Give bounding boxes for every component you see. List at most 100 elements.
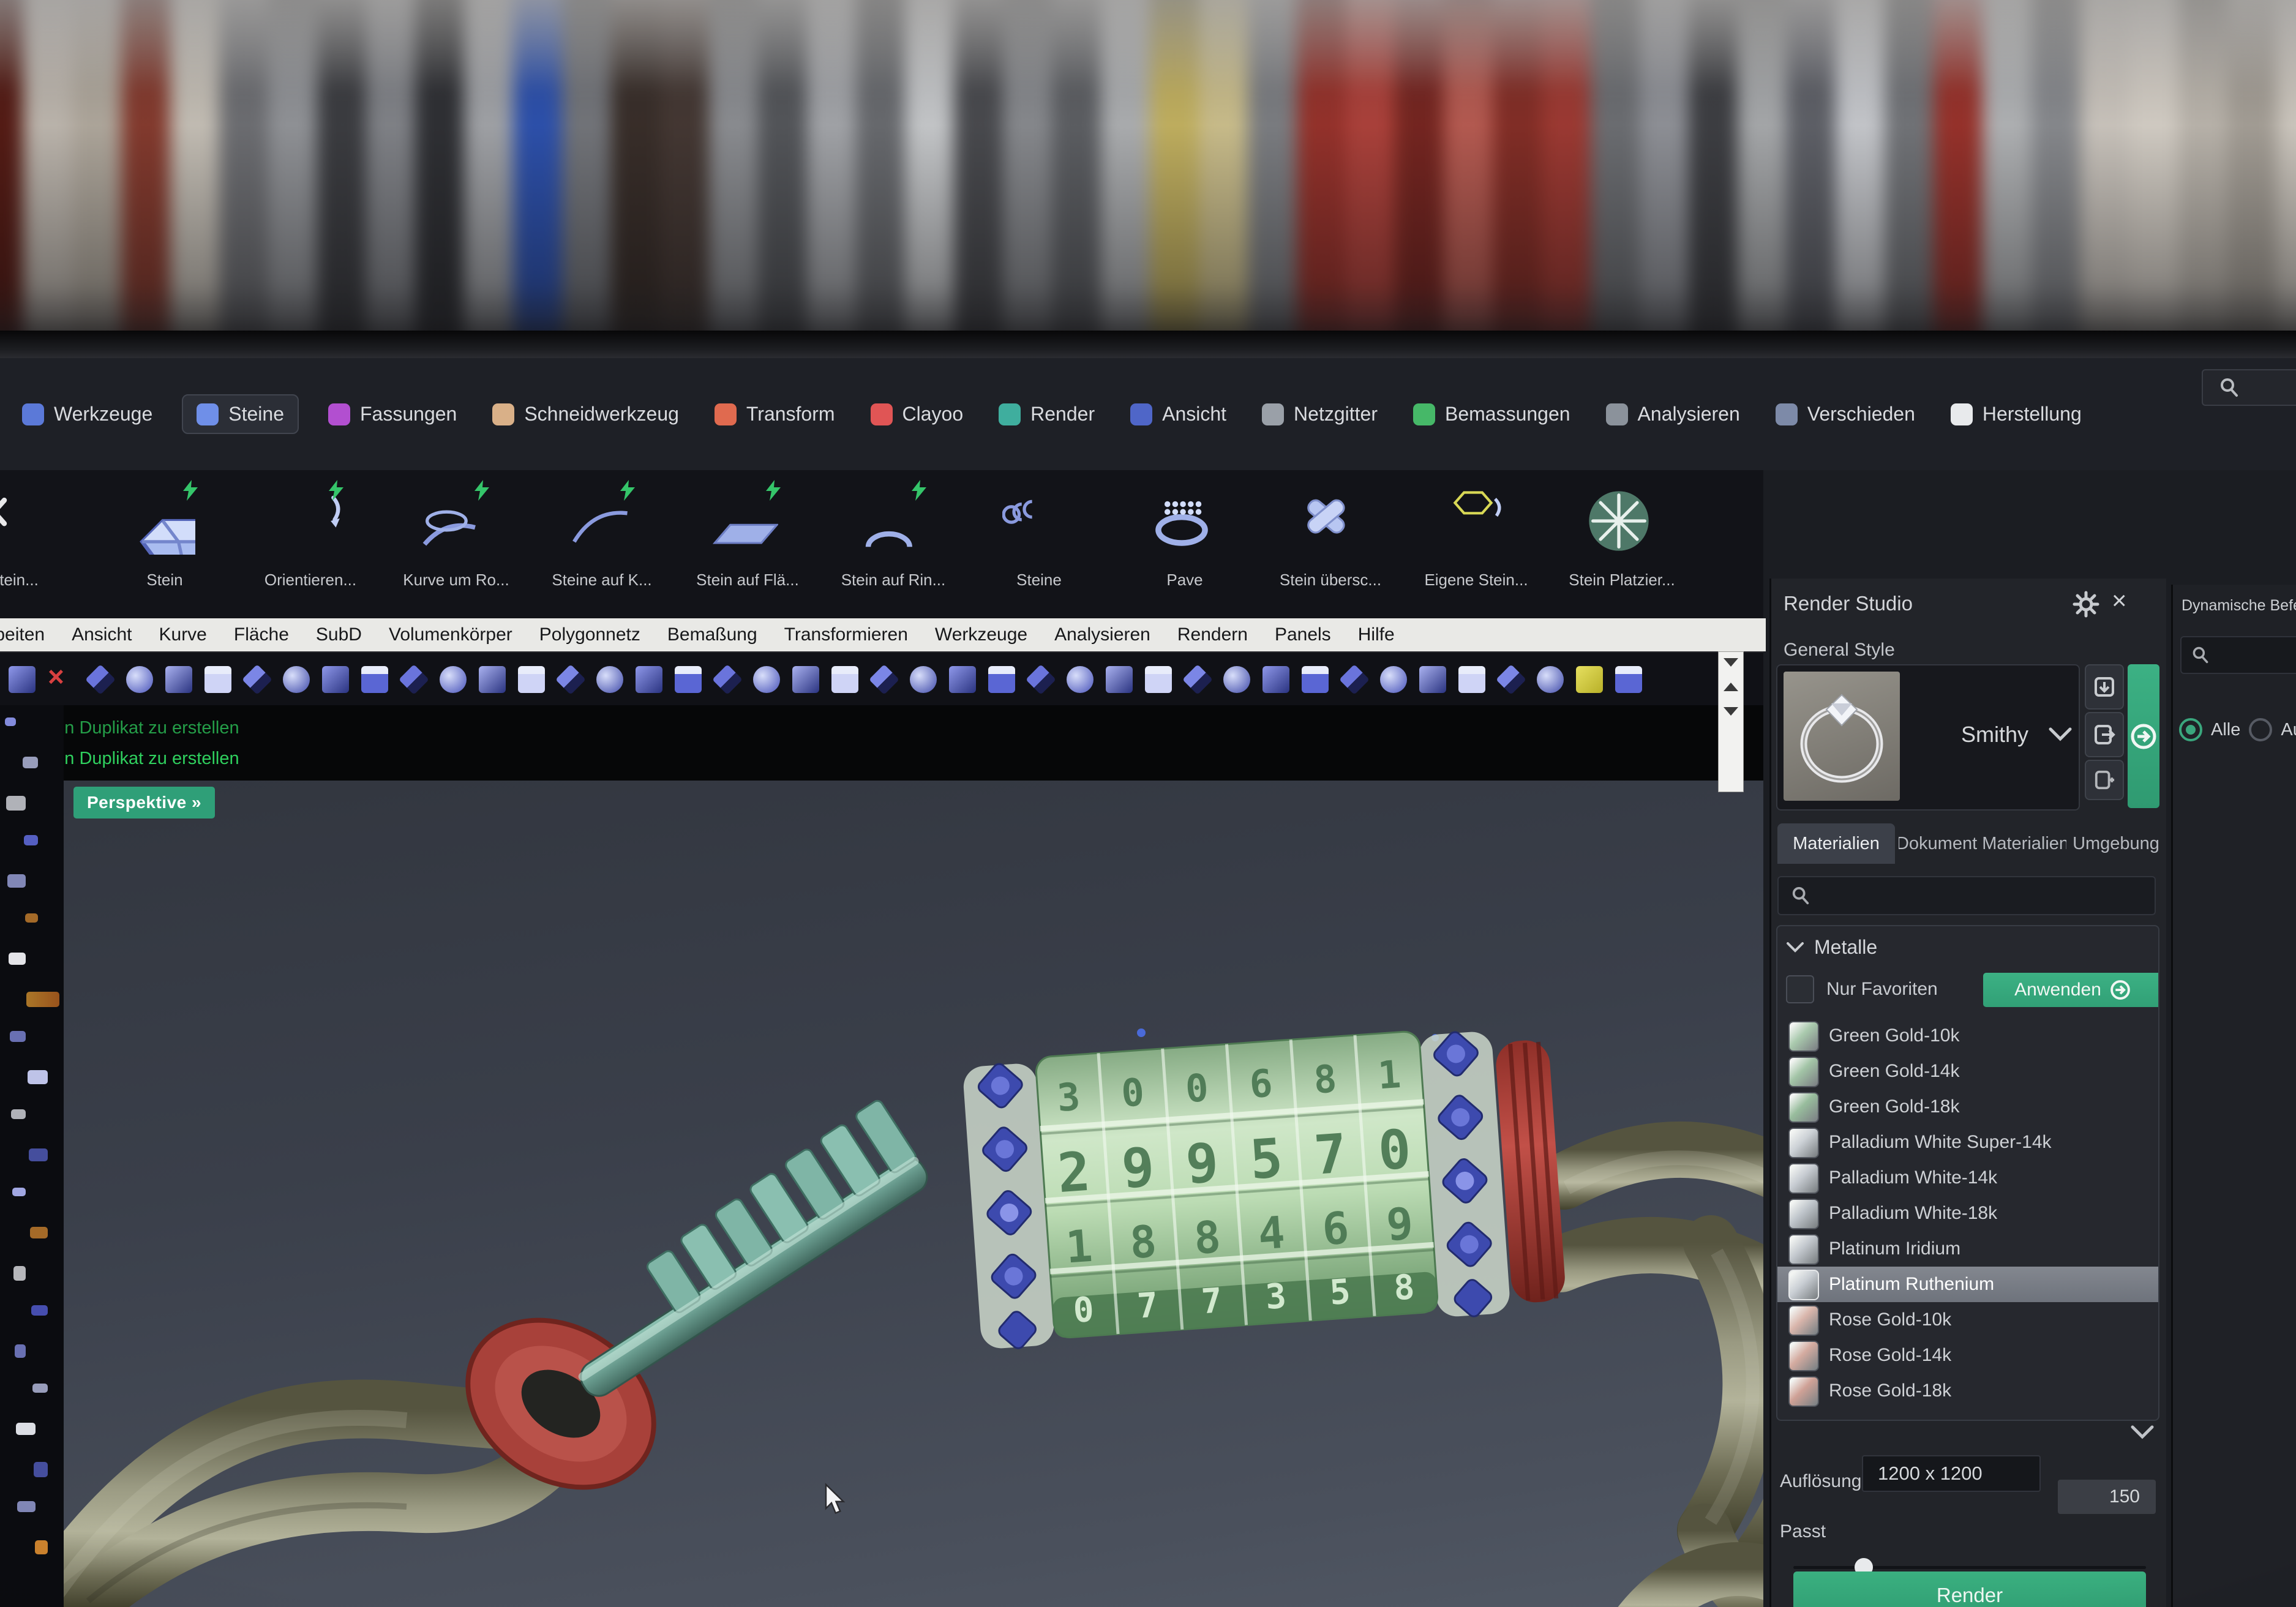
toolbar-icon[interactable] <box>518 666 545 693</box>
toolbar-scrollbar[interactable] <box>1718 651 1744 792</box>
left-toolbar-icon[interactable] <box>16 1423 36 1435</box>
ribbon-button-steine-auf-k-[interactable]: Steine auf K... <box>529 470 675 590</box>
tab-schneidwerkzeug[interactable]: Schneidwerkzeug <box>486 394 685 434</box>
ribbon-button-stein[interactable]: Stein <box>92 470 238 590</box>
menu-bemaßung[interactable]: Bemaßung <box>667 624 757 645</box>
ribbon-button-steine[interactable]: Steine <box>966 470 1112 590</box>
material-row-green-gold-10k[interactable]: Green Gold-10k <box>1777 1018 2158 1054</box>
scroll-collapse-icon[interactable] <box>1724 658 1738 667</box>
toolbar-icon[interactable] <box>204 666 231 693</box>
material-row-rose-gold-10k[interactable]: Rose Gold-10k <box>1777 1302 2158 1338</box>
toolbar-icon[interactable] <box>479 666 506 693</box>
ribbon-button-stein-bersc-[interactable]: Stein übersc... <box>1258 470 1403 590</box>
left-toolbar-icon[interactable] <box>31 1305 48 1316</box>
scroll-down-icon[interactable] <box>1724 707 1738 716</box>
style-apply-button[interactable] <box>2128 664 2159 808</box>
toolbar-icon[interactable] <box>636 666 662 693</box>
menu-werkzeuge[interactable]: Werkzeuge <box>935 624 1027 645</box>
viewport-title-tab[interactable]: Perspektive » <box>73 787 215 818</box>
toolbar-icon[interactable] <box>1026 664 1056 695</box>
radio-ausg[interactable] <box>2249 718 2272 741</box>
menu-transformieren[interactable]: Transformieren <box>784 624 908 645</box>
toolbar-icon[interactable] <box>712 664 743 695</box>
material-row-platinum-ruthenium[interactable]: Platinum Ruthenium <box>1777 1267 2158 1302</box>
slider-track[interactable] <box>1793 1566 2146 1569</box>
ribbon-button-kurve-um-ro-[interactable]: Kurve um Ro... <box>383 470 529 590</box>
left-toolbar-icon[interactable] <box>9 953 26 965</box>
ribbon-button-orientieren-[interactable]: Orientieren... <box>238 470 383 590</box>
toolbar-icon[interactable] <box>1182 664 1213 695</box>
style-dropdown[interactable]: Smithy <box>1776 664 2080 811</box>
tab-render[interactable]: Render <box>992 394 1101 434</box>
toolbar-icon[interactable] <box>1145 666 1172 693</box>
ribbon-button-pave[interactable]: Pave <box>1112 470 1258 590</box>
left-toolbar-icon[interactable] <box>17 1501 36 1512</box>
left-toolbar-icon[interactable] <box>10 1031 26 1042</box>
ribbon-button-tein-[interactable]: tein... <box>0 470 92 590</box>
toolbar-icon[interactable] <box>831 666 858 693</box>
menu-kurve[interactable]: Kurve <box>159 624 207 645</box>
toolbar-icon[interactable] <box>1496 664 1526 695</box>
left-toolbar-icon[interactable] <box>15 1344 26 1358</box>
left-toolbar-icon[interactable] <box>32 1384 48 1393</box>
left-toolbar-icon[interactable] <box>30 1227 48 1238</box>
toolbar-icon[interactable] <box>1537 666 1564 693</box>
ribbon-button-stein-platzier-[interactable]: Stein Platzier... <box>1549 470 1695 590</box>
toolbar-icon[interactable] <box>675 666 702 693</box>
tab-bemassungen[interactable]: Bemassungen <box>1407 394 1577 434</box>
left-toolbar-icon[interactable] <box>28 1070 48 1084</box>
radio-alle[interactable] <box>2179 718 2202 741</box>
toolbar-icon[interactable] <box>1419 666 1446 693</box>
left-toolbar-icon[interactable] <box>29 1148 48 1161</box>
scroll-up-icon[interactable] <box>1724 683 1738 691</box>
style-import-button[interactable] <box>2085 664 2124 710</box>
material-row-platinum-iridium[interactable]: Platinum Iridium <box>1777 1231 2158 1267</box>
toolbar-icon[interactable] <box>555 664 586 695</box>
tab-clayoo[interactable]: Clayoo <box>865 394 970 434</box>
list-collapse-chevron-icon[interactable] <box>2130 1425 2155 1440</box>
material-row-rose-gold-18k[interactable]: Rose Gold-18k <box>1777 1373 2158 1409</box>
material-row-rose-gold-14k[interactable]: Rose Gold-14k <box>1777 1338 2158 1373</box>
material-row-green-gold-18k[interactable]: Green Gold-18k <box>1777 1089 2158 1125</box>
toolbar-icon[interactable] <box>1380 666 1407 693</box>
menu-subd[interactable]: SubD <box>316 624 362 645</box>
toolbar-icon[interactable] <box>1339 664 1370 695</box>
style-export-button[interactable] <box>2085 712 2124 757</box>
toolbar-icon[interactable] <box>1262 666 1289 693</box>
menu-rendern[interactable]: Rendern <box>1177 624 1248 645</box>
style-add-button[interactable] <box>2085 760 2124 800</box>
menu-ansicht[interactable]: Ansicht <box>72 624 132 645</box>
menu-volumenkörper[interactable]: Volumenkörper <box>389 624 512 645</box>
left-toolbar-strip[interactable] <box>0 705 64 1607</box>
left-toolbar-icon[interactable] <box>11 1109 26 1119</box>
favorites-checkbox[interactable] <box>1786 975 1814 1003</box>
tab-verschieden[interactable]: Verschieden <box>1769 394 1921 434</box>
toolbar-icon[interactable] <box>242 664 272 695</box>
left-toolbar-icon[interactable] <box>34 1462 48 1477</box>
toolbar-icon[interactable] <box>165 666 192 693</box>
apply-button[interactable]: Anwenden <box>1983 973 2159 1007</box>
tab-analysieren[interactable]: Analysieren <box>1600 394 1746 434</box>
material-row-palladium-white-18k[interactable]: Palladium White-18k <box>1777 1196 2158 1231</box>
gear-icon[interactable] <box>2073 591 2099 618</box>
material-search-input[interactable] <box>1777 876 2156 915</box>
left-toolbar-icon[interactable] <box>6 796 26 811</box>
3d-viewport[interactable]: Perspektive » <box>64 781 1763 1607</box>
ribbon-button-stein-auf-fl-[interactable]: Stein auf Flä... <box>675 470 820 590</box>
search-input[interactable] <box>2202 369 2296 406</box>
menu-polygonnetz[interactable]: Polygonnetz <box>539 624 640 645</box>
tab-fassungen[interactable]: Fassungen <box>322 394 463 434</box>
tab-steine[interactable]: Steine <box>182 394 299 434</box>
left-toolbar-icon[interactable] <box>35 1540 48 1554</box>
menu-earbeiten[interactable]: earbeiten <box>0 624 45 645</box>
tab-ansicht[interactable]: Ansicht <box>1124 394 1232 434</box>
tab-materialien[interactable]: Materialien <box>1777 823 1895 864</box>
toolbar-icon[interactable] <box>1067 666 1094 693</box>
resolution-input[interactable]: 1200 x 1200 <box>1862 1455 2041 1492</box>
render-button[interactable]: Render <box>1793 1571 2146 1607</box>
toolbar-icon[interactable] <box>85 664 116 695</box>
left-toolbar-icon[interactable] <box>5 717 16 726</box>
toolbar-icon[interactable] <box>910 666 937 693</box>
left-toolbar-icon[interactable] <box>12 1188 26 1196</box>
toolbar-icon[interactable]: × <box>48 660 75 687</box>
